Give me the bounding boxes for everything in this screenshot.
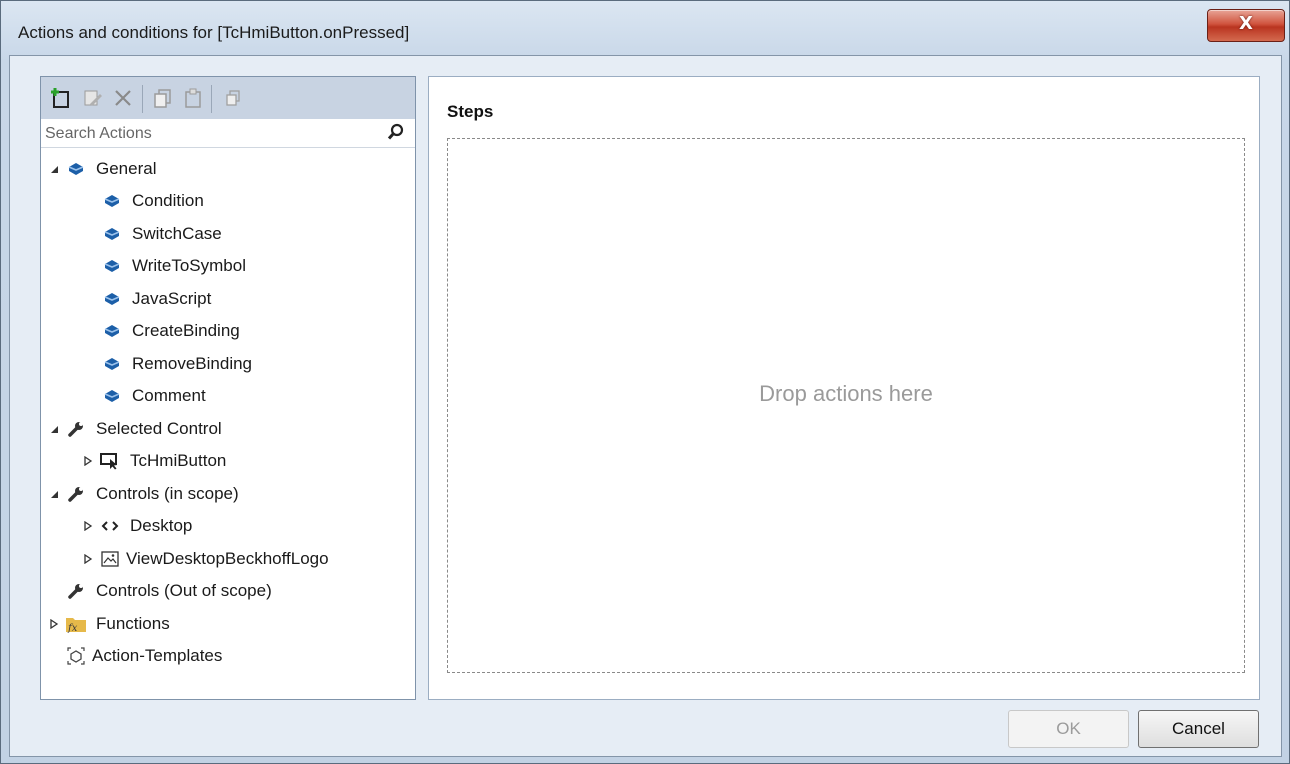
wrench-icon — [65, 418, 87, 440]
action-cube-icon — [101, 320, 123, 342]
tree-node-removebinding[interactable]: RemoveBinding — [101, 350, 252, 378]
window-title: Actions and conditions for [TcHmiButton.… — [18, 23, 410, 42]
tree-node-condition[interactable]: Condition — [101, 187, 204, 215]
search-input[interactable] — [43, 122, 377, 146]
tree-label: Controls (in scope) — [96, 484, 239, 503]
tree-label: WriteToSymbol — [132, 256, 246, 275]
steps-drop-zone[interactable]: Drop actions here — [447, 138, 1245, 673]
search-box — [41, 119, 415, 148]
action-cube-icon — [101, 190, 123, 212]
steps-title: Steps — [447, 102, 494, 121]
tree-node-general[interactable]: General — [47, 155, 156, 183]
tree-node-controls-in-scope[interactable]: Controls (in scope) — [47, 480, 239, 508]
dialog-window: Actions and conditions for [TcHmiButton.… — [0, 0, 1290, 764]
ok-button[interactable]: OK — [1008, 710, 1129, 748]
template-icon — [65, 645, 87, 667]
close-icon: X — [1239, 13, 1253, 34]
actions-panel: General Condition SwitchCase WriteToSymb… — [40, 76, 416, 700]
tree-label: JavaScript — [132, 289, 212, 308]
actions-toolbar — [41, 77, 415, 120]
tree-label: RemoveBinding — [132, 354, 253, 373]
tree-node-switchcase[interactable]: SwitchCase — [101, 220, 222, 248]
tree-label: ViewDesktopBeckhoffLogo — [126, 549, 329, 568]
title-bar[interactable]: Actions and conditions for [TcHmiButton.… — [1, 1, 1289, 55]
code-brackets-icon — [99, 515, 121, 537]
wrench-icon — [65, 483, 87, 505]
tree-node-comment[interactable]: Comment — [101, 382, 206, 410]
tree-label: Condition — [132, 191, 204, 210]
tree-node-selected-control[interactable]: Selected Control — [47, 415, 222, 443]
tree-node-controls-out-of-scope[interactable]: Controls (Out of scope) — [65, 577, 272, 605]
tree-node-tchmibutton[interactable]: TcHmiButton — [81, 447, 226, 475]
paste-icon[interactable] — [181, 86, 205, 110]
expanded-arrow-icon[interactable] — [47, 422, 61, 436]
expanded-arrow-icon[interactable] — [47, 162, 61, 176]
toolbar-separator — [142, 85, 143, 113]
collapsed-arrow-icon[interactable] — [81, 454, 95, 468]
tree-node-desktop[interactable]: Desktop — [81, 512, 192, 540]
delete-icon[interactable] — [111, 86, 135, 110]
tree-label: General — [96, 159, 157, 178]
tree-label: CreateBinding — [132, 321, 240, 340]
functions-folder-icon: fx — [65, 613, 87, 635]
tree-label: Selected Control — [96, 419, 222, 438]
tree-label: Functions — [96, 614, 170, 633]
drop-hint-text: Drop actions here — [759, 381, 933, 406]
copy-icon[interactable] — [151, 86, 175, 110]
tree-label: Desktop — [130, 516, 193, 535]
edit-icon[interactable] — [81, 86, 105, 110]
expanded-arrow-icon[interactable] — [47, 487, 61, 501]
button-control-icon — [99, 450, 121, 472]
duplicate-icon[interactable] — [221, 86, 245, 110]
steps-panel: Steps Drop actions here — [428, 76, 1260, 700]
cancel-button[interactable]: Cancel — [1138, 710, 1259, 748]
collapsed-arrow-icon[interactable] — [47, 617, 61, 631]
tree-label: TcHmiButton — [130, 451, 227, 470]
action-cube-icon — [101, 255, 123, 277]
toolbar-separator — [211, 85, 212, 113]
tree-node-createbinding[interactable]: CreateBinding — [101, 317, 240, 345]
add-icon[interactable] — [49, 86, 73, 110]
tree-node-viewdesktopbeckhofflogo[interactable]: ViewDesktopBeckhoffLogo — [81, 545, 329, 573]
action-cube-icon — [65, 158, 87, 180]
action-cube-icon — [101, 223, 123, 245]
wrench-icon — [65, 580, 87, 602]
collapsed-arrow-icon[interactable] — [81, 519, 95, 533]
tree-label: Controls (Out of scope) — [96, 581, 272, 600]
search-icon[interactable] — [387, 123, 405, 146]
action-cube-icon — [101, 353, 123, 375]
dialog-body: General Condition SwitchCase WriteToSymb… — [9, 55, 1282, 757]
tree-node-javascript[interactable]: JavaScript — [101, 285, 211, 313]
tree-label: Comment — [132, 386, 206, 405]
tree-node-functions[interactable]: fx Functions — [47, 610, 170, 638]
action-cube-icon — [101, 288, 123, 310]
close-button[interactable]: X — [1207, 9, 1285, 42]
collapsed-arrow-icon[interactable] — [81, 552, 95, 566]
image-icon — [99, 548, 121, 570]
tree-node-action-templates[interactable]: Action-Templates — [65, 642, 222, 670]
tree-node-writetosymbol[interactable]: WriteToSymbol — [101, 252, 246, 280]
svg-text:fx: fx — [67, 623, 78, 634]
action-cube-icon — [101, 385, 123, 407]
tree-label: Action-Templates — [92, 646, 223, 665]
tree-label: SwitchCase — [132, 224, 222, 243]
